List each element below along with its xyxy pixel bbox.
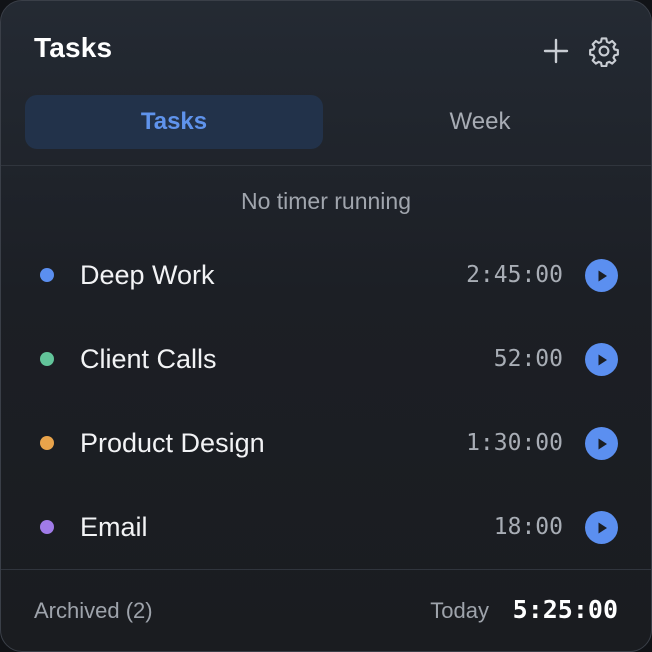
start-timer-button[interactable] xyxy=(585,259,618,292)
start-timer-button[interactable] xyxy=(585,511,618,544)
task-name: Email xyxy=(80,512,148,542)
start-timer-button[interactable] xyxy=(585,343,618,376)
play-icon xyxy=(598,522,607,533)
task-name: Product Design xyxy=(80,428,265,458)
task-time: 1:30:00 xyxy=(466,430,563,456)
task-row[interactable]: Client Calls 52:00 xyxy=(1,317,651,401)
tab-week[interactable]: Week xyxy=(331,95,629,149)
tab-tasks[interactable]: Tasks xyxy=(25,95,323,149)
add-task-button[interactable] xyxy=(539,34,573,68)
task-name: Deep Work xyxy=(80,260,215,290)
plus-icon xyxy=(543,38,569,64)
task-row[interactable]: Deep Work 2:45:00 xyxy=(1,233,651,317)
view-tabs: Tasks Week xyxy=(25,95,629,149)
play-icon xyxy=(598,438,607,449)
header: Tasks xyxy=(1,1,651,91)
task-time: 52:00 xyxy=(493,346,563,372)
archived-link[interactable]: Archived (2) xyxy=(34,598,153,624)
tasks-window: Tasks Tasks Week No timer running Deep W… xyxy=(0,0,652,652)
play-icon xyxy=(598,270,607,281)
task-time: 18:00 xyxy=(493,514,563,540)
task-color-dot xyxy=(40,352,54,366)
task-name: Client Calls xyxy=(80,344,217,374)
task-color-dot xyxy=(40,268,54,282)
gear-icon xyxy=(589,37,619,67)
task-row[interactable]: Email 18:00 xyxy=(1,485,651,569)
divider xyxy=(1,165,651,166)
divider xyxy=(1,569,651,570)
window-title: Tasks xyxy=(34,32,113,63)
task-row[interactable]: Product Design 1:30:00 xyxy=(1,401,651,485)
settings-button[interactable] xyxy=(587,34,621,68)
task-color-dot xyxy=(40,520,54,534)
timer-status: No timer running xyxy=(240,188,412,214)
task-color-dot xyxy=(40,436,54,450)
play-icon xyxy=(598,354,607,365)
task-time: 2:45:00 xyxy=(466,262,563,288)
start-timer-button[interactable] xyxy=(585,427,618,460)
today-total: 5:25:00 xyxy=(512,595,618,624)
today-label: Today xyxy=(430,598,489,623)
